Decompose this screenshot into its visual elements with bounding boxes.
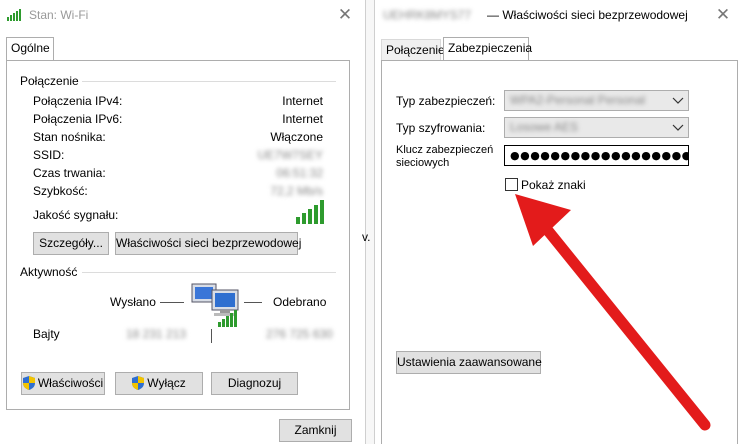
wireless-properties-button[interactable]: Właściwości sieci bezprzewodowej xyxy=(115,232,301,255)
close-button[interactable]: Zamknij xyxy=(279,419,352,442)
sent-label: Wysłano xyxy=(110,295,156,309)
connection-group-label: Połączenie xyxy=(20,74,79,88)
status-titlebar: Stan: Wi-Fi ✕ xyxy=(0,0,365,30)
duration-value: 06:51:32 xyxy=(276,166,323,180)
divider xyxy=(160,302,184,303)
status-window-title: Stan: Wi-Fi xyxy=(29,8,89,22)
properties-button-label: Właściwości xyxy=(37,376,104,390)
tab-general[interactable]: Ogólne xyxy=(6,37,54,61)
ipv6-value: Internet xyxy=(282,112,323,126)
divider xyxy=(82,272,336,273)
ssid-value: UE7W7SEY xyxy=(257,148,323,162)
ssid-label: SSID: xyxy=(33,148,65,162)
ipv4-value: Internet xyxy=(282,94,323,108)
disable-button-label: Wyłącz xyxy=(147,376,186,390)
uac-shield-icon xyxy=(132,376,145,390)
bytes-sent-value: 18 231 213 xyxy=(126,327,187,341)
background-text-fragment: v. xyxy=(362,230,371,244)
wireless-properties-window: UEHRK8MYS77 — Właściwości sieci bezprzew… xyxy=(374,0,743,444)
close-icon[interactable]: ✕ xyxy=(333,3,357,27)
signal-strength-icon xyxy=(296,200,324,224)
ipv6-label: Połączenia IPv6: xyxy=(33,112,123,126)
ipv4-label: Połączenia IPv4: xyxy=(33,94,123,108)
duration-label: Czas trwania: xyxy=(33,166,106,180)
bytes-received-value: 276 725 630 xyxy=(266,327,333,341)
media-state-label: Stan nośnika: xyxy=(33,130,106,144)
diagnose-button[interactable]: Diagnozuj xyxy=(211,372,298,395)
tab-general-label: Ogólne xyxy=(11,41,50,55)
speed-label: Szybkość: xyxy=(33,184,88,198)
divider xyxy=(211,329,212,343)
media-state-value: Włączone xyxy=(270,130,323,144)
received-label: Odebrano xyxy=(273,295,327,309)
red-arrow-annotation xyxy=(515,194,711,431)
wifi-signal-icon xyxy=(7,9,21,21)
status-window: Stan: Wi-Fi ✕ Ogólne Połączenie Połączen… xyxy=(0,0,366,444)
divider xyxy=(244,302,262,303)
bytes-label: Bajty xyxy=(33,327,60,341)
divider xyxy=(82,81,336,82)
properties-button[interactable]: Właściwości xyxy=(21,372,105,395)
uac-shield-icon xyxy=(22,376,35,390)
disable-button[interactable]: Wyłącz xyxy=(115,372,203,395)
background-strip xyxy=(366,0,374,444)
speed-value: 72,2 Mb/s xyxy=(270,184,323,198)
activity-group-label: Aktywność xyxy=(20,265,78,279)
details-button[interactable]: Szczegóły... xyxy=(33,232,109,255)
network-computers-icon xyxy=(191,283,239,327)
signal-quality-label: Jakość sygnału: xyxy=(33,208,119,222)
